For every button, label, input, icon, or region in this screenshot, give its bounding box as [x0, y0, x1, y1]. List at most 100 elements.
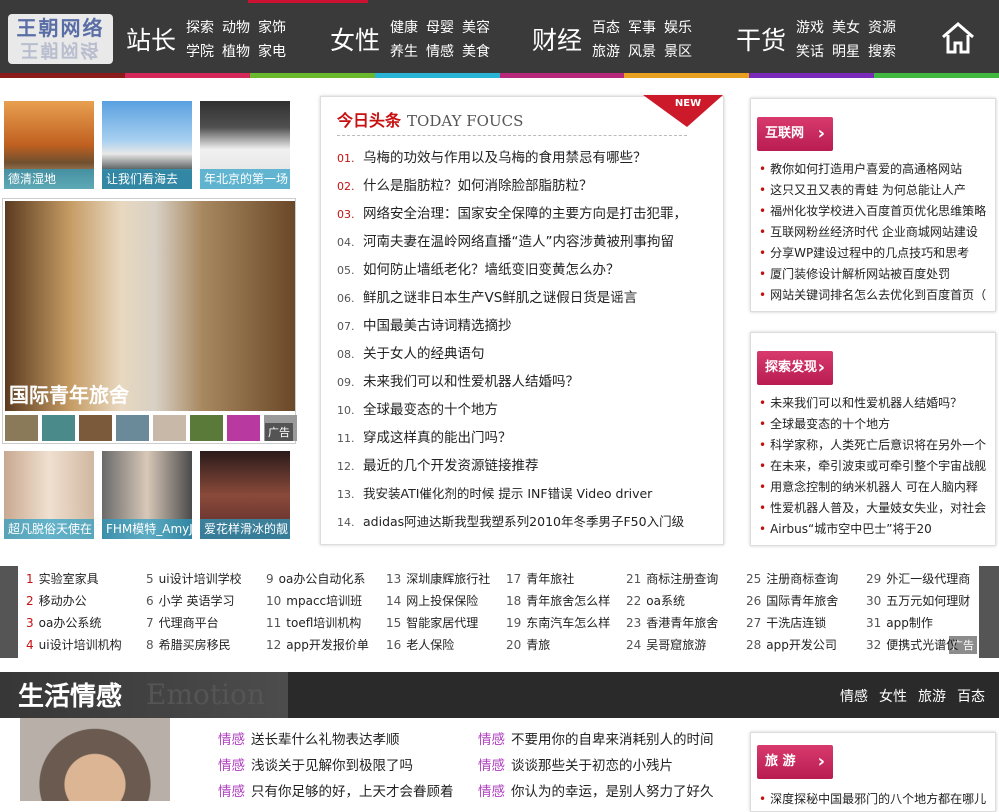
list-item[interactable]: 用意念控制的纳米机器人 可在人脑内释 [759, 477, 991, 498]
tab-travel[interactable]: 旅游 [918, 686, 946, 706]
nav-big-link[interactable]: 女性 [330, 21, 380, 57]
nav-link[interactable]: 健康 [390, 17, 418, 37]
link-item[interactable]: 20 青旅 [506, 636, 626, 654]
link-item[interactable]: 6 小学 英语学习 [146, 592, 266, 610]
headline-item[interactable]: 12. 最近的几个开发资源链接推荐 [337, 455, 687, 483]
nav-link[interactable]: 资源 [868, 17, 896, 37]
link-item[interactable]: 2 移动办公 [26, 592, 146, 610]
photo-thumb[interactable]: 超凡脱俗天使在 [4, 451, 94, 539]
nav-link[interactable]: 美女 [832, 17, 860, 37]
headline-item[interactable]: 13. 我安装ATI催化剂的时候 提示 INF错误 Video driver [337, 483, 687, 511]
list-item[interactable]: 情感 谈谈那些关于初恋的小残片 [478, 756, 714, 782]
list-item[interactable]: 互联网粉丝经济时代 企业商城网站建设 [759, 222, 991, 243]
photo-thumb[interactable]: FHM模特_AmyJac [102, 451, 192, 539]
internet-tag[interactable]: 互联网 [757, 117, 833, 151]
headline-item[interactable]: 04. 河南夫妻在温岭网络直播“造人”内容涉黄被刑事拘留 [337, 231, 687, 259]
link-item[interactable]: 13 深圳康辉旅行社 [386, 570, 506, 588]
tab-misc[interactable]: 百态 [957, 686, 985, 706]
link-item[interactable]: 18 青年旅舍怎么样 [506, 592, 626, 610]
tab-women[interactable]: 女性 [879, 686, 907, 706]
photo-thumb[interactable]: 年北京的第一场 [200, 101, 290, 189]
strip-thumb[interactable] [227, 415, 260, 441]
photo-thumb[interactable]: 爱花样滑冰的靓 [200, 451, 290, 539]
list-item[interactable]: 科学家称，人类死亡后意识将在另外一个 [759, 435, 991, 456]
nav-link[interactable]: 笑话 [796, 41, 824, 61]
link-item[interactable]: 25 注册商标查询 [746, 570, 866, 588]
headline-item[interactable]: 05. 如何防止墙纸老化？墙纸变旧变黄怎么办？ [337, 259, 687, 287]
nav-link[interactable]: 情感 [426, 41, 454, 61]
link-item[interactable]: 7 代理商平台 [146, 614, 266, 632]
nav-link[interactable]: 美食 [462, 41, 490, 61]
nav-link[interactable]: 游戏 [796, 17, 824, 37]
link-item[interactable]: 5 ui设计培训学校 [146, 570, 266, 588]
list-item[interactable]: 情感 送长辈什么礼物表达孝顺 [218, 730, 454, 756]
nav-link[interactable]: 美容 [462, 17, 490, 37]
nav-link[interactable]: 搜索 [868, 41, 896, 61]
nav-link[interactable]: 军事 [628, 17, 656, 37]
nav-link[interactable]: 探索 [186, 17, 214, 37]
tab-emotion[interactable]: 情感 [840, 686, 868, 706]
link-item[interactable]: 11 toefl培训机构 [266, 614, 386, 632]
nav-link[interactable]: 明星 [832, 41, 860, 61]
link-item[interactable]: 26 国际青年旅舍 [746, 592, 866, 610]
link-item[interactable]: 30 五万元如何理财 [866, 592, 986, 610]
link-item[interactable]: 31 app制作 [866, 614, 986, 632]
nav-link[interactable]: 学院 [186, 41, 214, 61]
nav-big-link[interactable]: 干货 [736, 21, 786, 57]
link-item[interactable]: 23 香港青年旅舍 [626, 614, 746, 632]
list-item[interactable]: 情感 只有你足够的好，上天才会眷顾着 [218, 782, 454, 808]
explore-tag[interactable]: 探索发现 [757, 351, 833, 385]
list-item[interactable]: 未来我们可以和性爱机器人结婚吗？ [759, 393, 991, 414]
link-item[interactable]: 19 东南汽车怎么样 [506, 614, 626, 632]
headline-item[interactable]: 01. 乌梅的功效与作用以及乌梅的食用禁忌有哪些？ [337, 147, 687, 175]
headline-item[interactable]: 11. 穿成这样真的能出门吗？ [337, 427, 687, 455]
list-item[interactable]: 这只又丑又表的青蛙 为何总能让人产 [759, 180, 991, 201]
headline-item[interactable]: 07. 中国最美古诗词精选摘抄 [337, 315, 687, 343]
link-item[interactable]: 10 mpacc培训班 [266, 592, 386, 610]
list-item[interactable]: 深度探秘中国最邪门的八个地方都在哪儿 [759, 789, 991, 810]
nav-big-link[interactable]: 站长 [126, 21, 176, 57]
list-item[interactable]: 厦门装修设计解析网站被百度处罚 [759, 264, 991, 285]
list-item[interactable]: 情感 浅谈关于见解你到极限了吗 [218, 756, 454, 782]
link-item[interactable]: 15 智能家居代理 [386, 614, 506, 632]
list-item[interactable]: 教你如何打造用户喜爱的高通格网站 [759, 159, 991, 180]
list-item[interactable]: 分享WP建设过程中的几点技巧和思考 [759, 243, 991, 264]
home-icon[interactable] [940, 20, 976, 56]
strip-thumb[interactable] [79, 415, 112, 441]
link-item[interactable]: 12 app开发报价单 [266, 636, 386, 654]
list-item[interactable]: 性爱机器人普及，大量妓女失业，对社会 [759, 498, 991, 519]
link-item[interactable]: 21 商标注册查询 [626, 570, 746, 588]
link-item[interactable]: 27 干洗店连锁 [746, 614, 866, 632]
link-item[interactable]: 28 app开发公司 [746, 636, 866, 654]
site-logo[interactable]: 王朝网络 王朝网络 [8, 14, 113, 64]
strip-thumb[interactable] [153, 415, 186, 441]
list-item[interactable]: Airbus“城市空中巴士”将于20 [759, 519, 991, 540]
nav-link[interactable]: 养生 [390, 41, 418, 61]
link-item[interactable]: 29 外汇一级代理商 [866, 570, 986, 588]
photo-thumb[interactable]: 德清湿地 [4, 101, 94, 189]
nav-link[interactable]: 家电 [258, 41, 286, 61]
nav-link[interactable]: 植物 [222, 41, 250, 61]
link-item[interactable]: 17 青年旅社 [506, 570, 626, 588]
headline-item[interactable]: 09. 未来我们可以和性爱机器人结婚吗？ [337, 371, 687, 399]
nav-link[interactable]: 百态 [592, 17, 620, 37]
nav-big-link[interactable]: 财经 [532, 21, 582, 57]
list-item[interactable]: 福州化妆学校进入百度首页优化思维策略 [759, 201, 991, 222]
nav-link[interactable]: 娱乐 [664, 17, 692, 37]
link-item[interactable]: 8 希腊买房移民 [146, 636, 266, 654]
link-item[interactable]: 3 oa办公系统 [26, 614, 146, 632]
link-item[interactable]: 24 吴哥窟旅游 [626, 636, 746, 654]
nav-link[interactable]: 家饰 [258, 17, 286, 37]
strip-thumb[interactable] [5, 415, 38, 441]
list-item[interactable]: 情感 你认为的幸运，是别人努力了好久 [478, 782, 714, 808]
nav-link[interactable]: 风景 [628, 41, 656, 61]
link-item[interactable]: 22 oa系统 [626, 592, 746, 610]
photo-thumb[interactable]: 让我们看海去 [102, 101, 192, 189]
feature-photo[interactable]: 国际青年旅舍 广告 [2, 198, 297, 444]
headline-item[interactable]: 02. 什么是脂肪粒？如何消除脸部脂肪粒？ [337, 175, 687, 203]
nav-link[interactable]: 母婴 [426, 17, 454, 37]
nav-link[interactable]: 动物 [222, 17, 250, 37]
link-item[interactable]: 1 实验室家具 [26, 570, 146, 588]
headline-item[interactable]: 06. 鲜肌之谜非日本生产VS鲜肌之谜假日货是谣言 [337, 287, 687, 315]
strip-thumb[interactable] [42, 415, 75, 441]
